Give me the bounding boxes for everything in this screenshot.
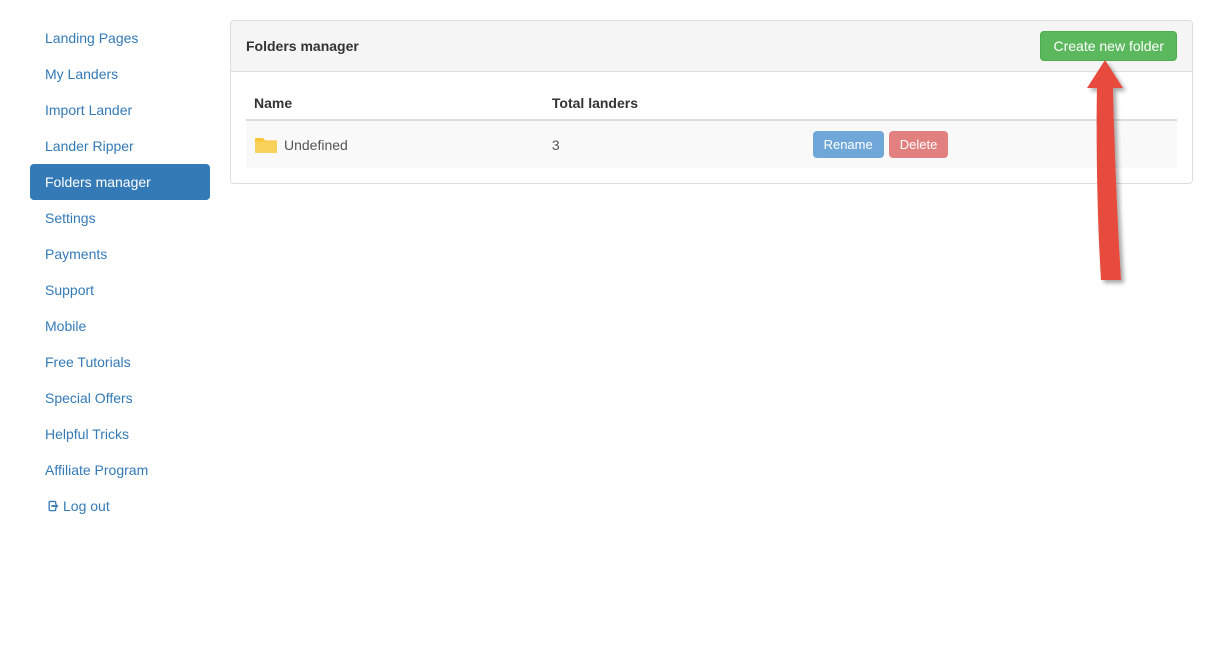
folders-panel: Folders manager Create new folder Name T… <box>230 20 1193 184</box>
folders-table: Name Total landers <box>246 87 1177 168</box>
sidebar-item-settings[interactable]: Settings <box>30 200 210 236</box>
sidebar-item-label: Import Lander <box>45 102 132 118</box>
table-row: Undefined 3 Rename Delete <box>246 120 1177 168</box>
sidebar-item-special-offers[interactable]: Special Offers <box>30 380 210 416</box>
sidebar-item-label: Settings <box>45 210 96 226</box>
sidebar-item-label: Mobile <box>45 318 86 334</box>
sidebar: Landing Pages My Landers Import Lander L… <box>30 20 210 526</box>
sidebar-item-payments[interactable]: Payments <box>30 236 210 272</box>
folder-icon <box>254 135 278 155</box>
sidebar-item-label: Lander Ripper <box>45 138 134 154</box>
rename-button[interactable]: Rename <box>813 131 884 158</box>
folder-name: Undefined <box>284 137 348 153</box>
sidebar-item-logout[interactable]: Log out <box>30 488 210 526</box>
sidebar-item-label: Folders manager <box>45 174 151 190</box>
sidebar-item-lander-ripper[interactable]: Lander Ripper <box>30 128 210 164</box>
sidebar-item-label: Log out <box>63 498 110 514</box>
delete-button[interactable]: Delete <box>889 131 949 158</box>
main-content: Folders manager Create new folder Name T… <box>230 20 1193 526</box>
sidebar-item-my-landers[interactable]: My Landers <box>30 56 210 92</box>
sidebar-item-label: Support <box>45 282 94 298</box>
sidebar-item-support[interactable]: Support <box>30 272 210 308</box>
sidebar-item-label: Payments <box>45 246 107 262</box>
panel-title: Folders manager <box>246 38 359 54</box>
table-header-actions <box>805 87 1177 120</box>
sidebar-item-label: Special Offers <box>45 390 133 406</box>
sidebar-item-mobile[interactable]: Mobile <box>30 308 210 344</box>
sidebar-item-label: Affiliate Program <box>45 462 148 478</box>
table-header-total: Total landers <box>544 87 805 120</box>
sidebar-item-affiliate-program[interactable]: Affiliate Program <box>30 452 210 488</box>
panel-body: Name Total landers <box>231 72 1192 183</box>
table-cell-total: 3 <box>544 120 805 168</box>
table-header-name: Name <box>246 87 544 120</box>
sidebar-item-helpful-tricks[interactable]: Helpful Tricks <box>30 416 210 452</box>
sidebar-item-label: Landing Pages <box>45 30 138 46</box>
table-cell-name: Undefined <box>246 120 544 168</box>
sidebar-item-label: Helpful Tricks <box>45 426 129 442</box>
sidebar-item-label: Free Tutorials <box>45 354 131 370</box>
logout-icon <box>45 499 59 516</box>
sidebar-item-label: My Landers <box>45 66 118 82</box>
sidebar-item-import-lander[interactable]: Import Lander <box>30 92 210 128</box>
panel-heading: Folders manager Create new folder <box>231 21 1192 72</box>
sidebar-item-landing-pages[interactable]: Landing Pages <box>30 20 210 56</box>
sidebar-item-free-tutorials[interactable]: Free Tutorials <box>30 344 210 380</box>
table-cell-actions: Rename Delete <box>805 120 1177 168</box>
sidebar-item-folders-manager[interactable]: Folders manager <box>30 164 210 200</box>
create-new-folder-button[interactable]: Create new folder <box>1040 31 1177 61</box>
